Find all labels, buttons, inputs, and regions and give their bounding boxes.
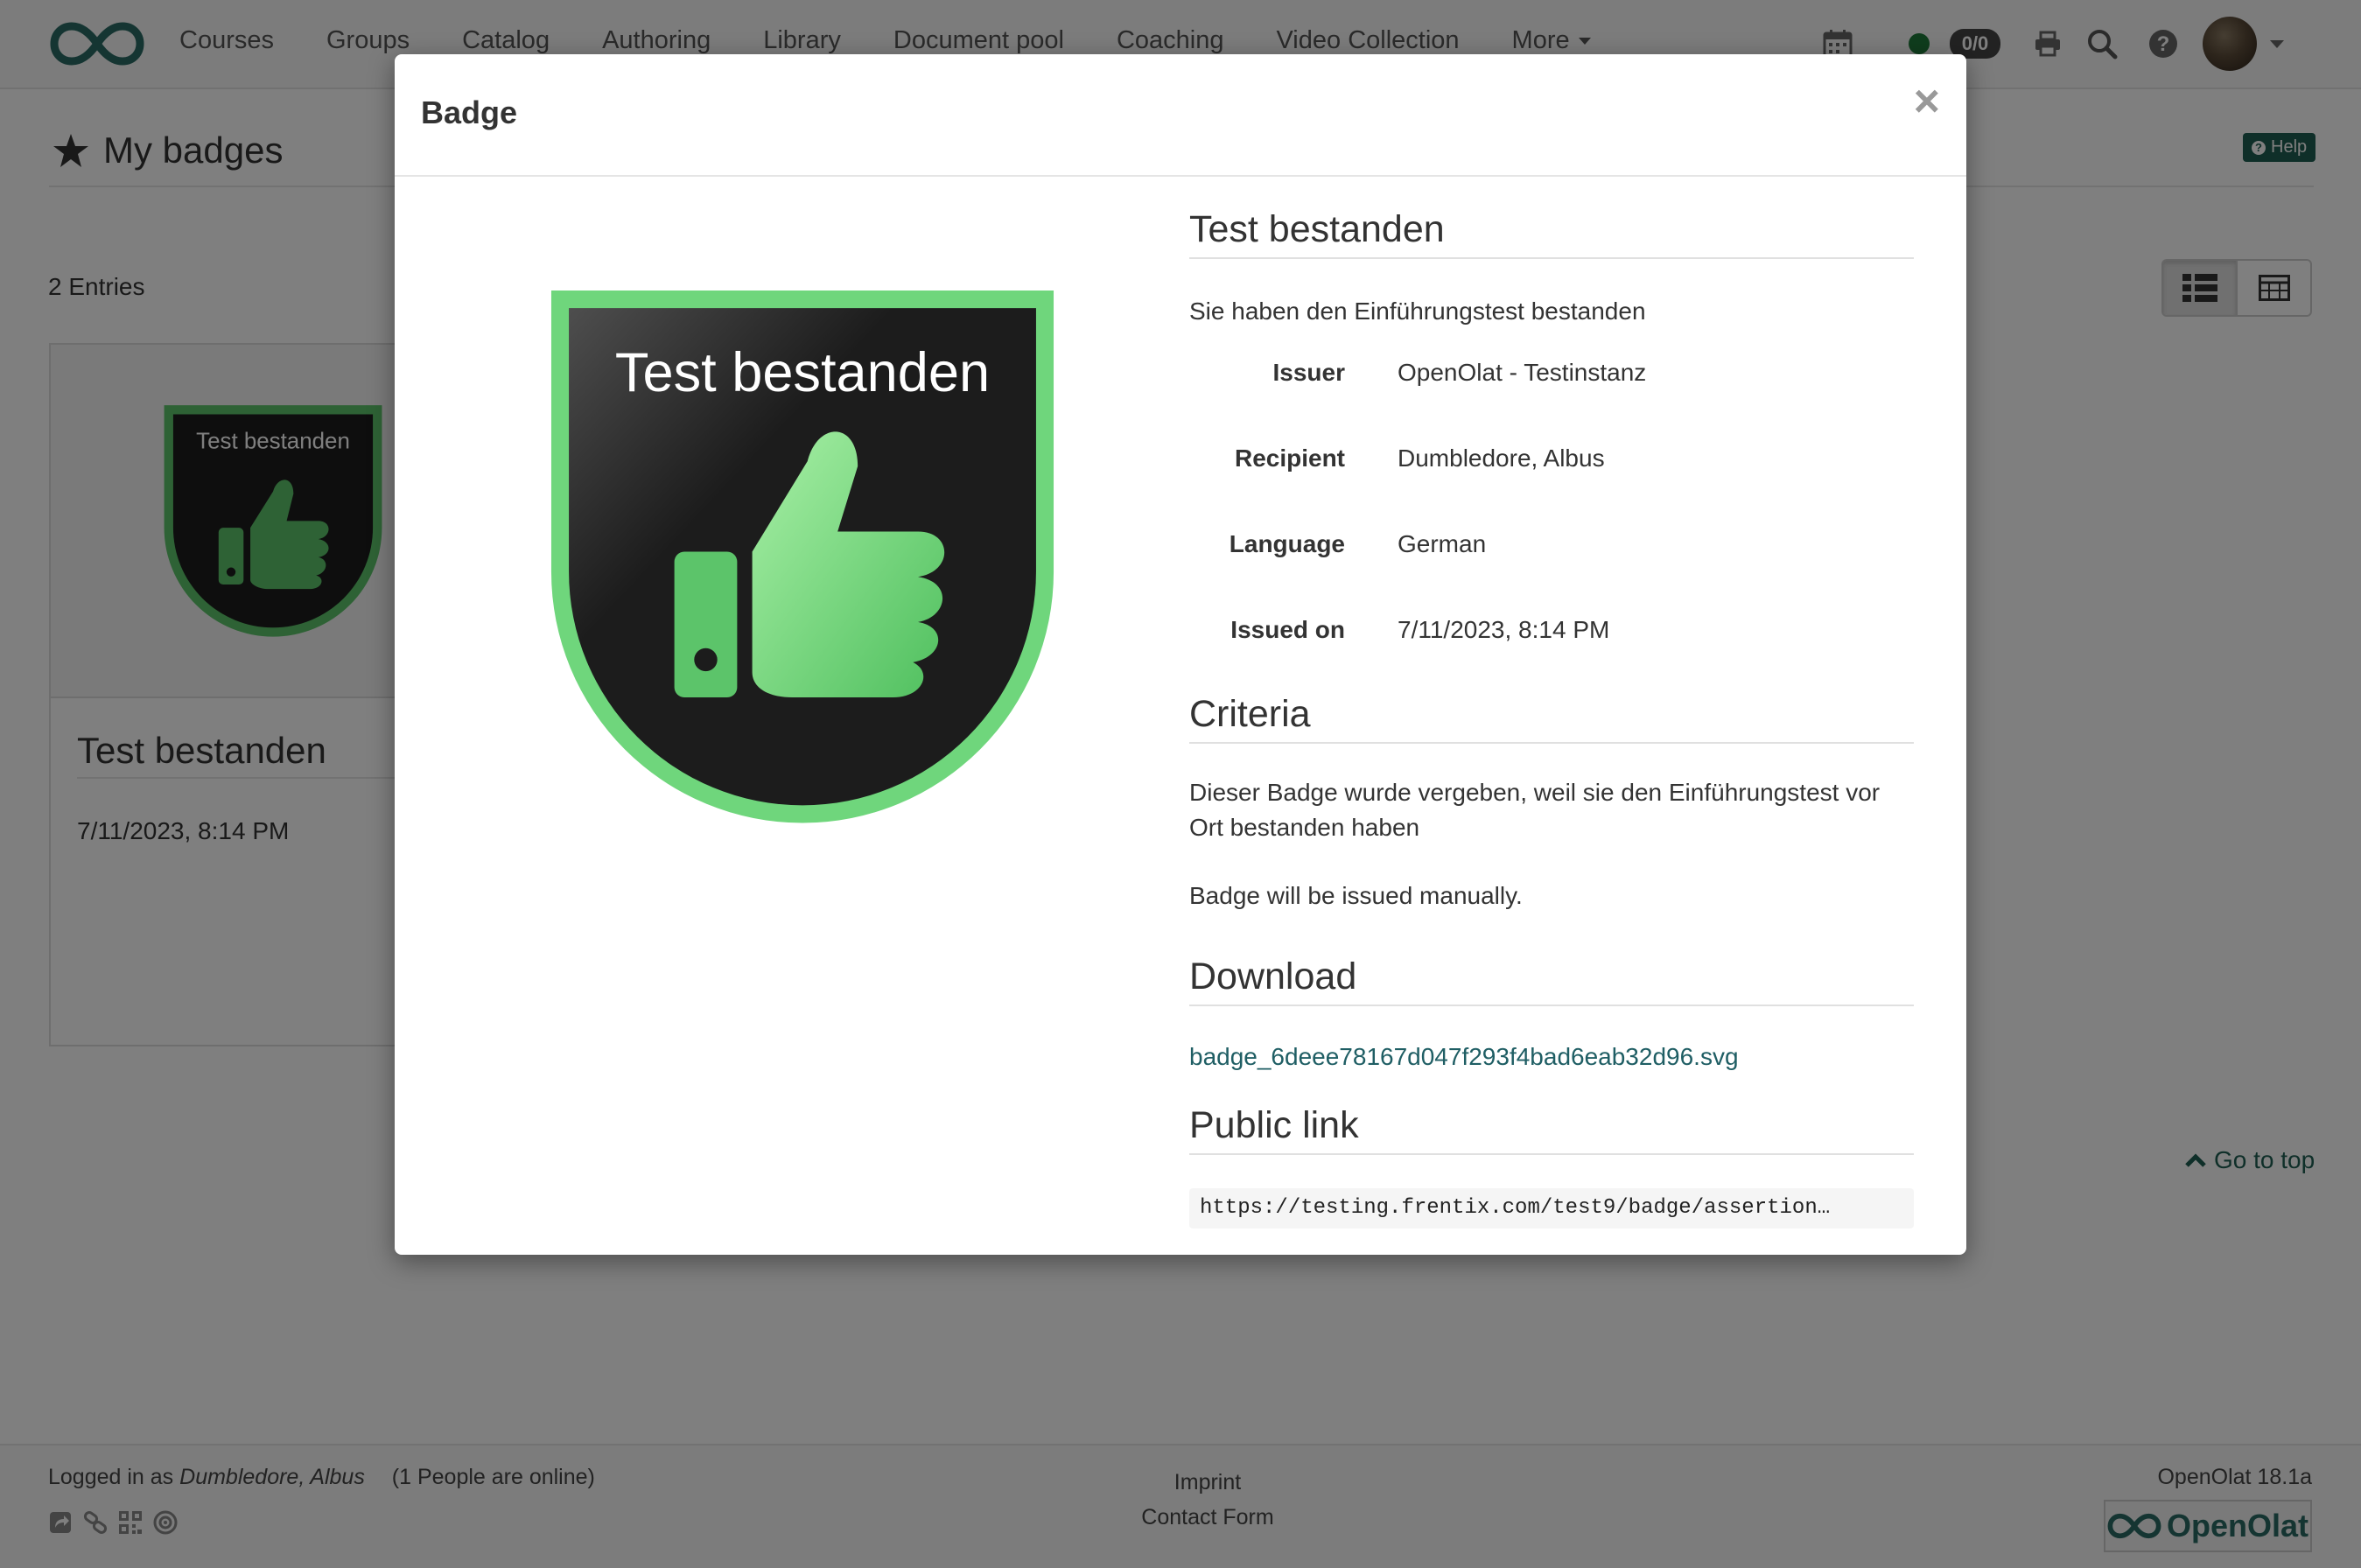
badge-large-text: Test bestanden — [615, 342, 990, 403]
issued-on-value: 7/11/2023, 8:14 PM — [1398, 616, 1610, 643]
download-heading: Download — [1189, 956, 1357, 998]
section-divider — [1189, 742, 1914, 744]
dialog-header: Badge × — [395, 54, 1966, 177]
language-value: German — [1398, 530, 1487, 557]
dialog-title: Badge — [421, 94, 518, 130]
language-label: Language — [1229, 530, 1345, 557]
recipient-value: Dumbledore, Albus — [1398, 444, 1605, 472]
criteria-text: Dieser Badge wurde vergeben, weil sie de… — [1189, 779, 1881, 841]
close-icon: × — [1913, 76, 1940, 127]
issuer-label: Issuer — [1272, 359, 1346, 386]
issued-on-label: Issued on — [1230, 616, 1345, 643]
close-button[interactable]: × — [1914, 79, 1940, 124]
criteria-note: Badge will be issued manually. — [1189, 882, 1523, 909]
thumbs-up-badge-large-icon: Test bestanden — [550, 290, 1054, 823]
public-link-field[interactable]: https://testing.frentix.com/test9/badge/… — [1189, 1188, 1914, 1228]
section-divider — [1189, 1153, 1914, 1155]
criteria-heading: Criteria — [1189, 693, 1311, 735]
section-divider — [1189, 1004, 1914, 1006]
recipient-label: Recipient — [1234, 444, 1345, 472]
section-divider — [1189, 257, 1914, 259]
badge-description: Sie haben den Einführungstest bestanden — [1189, 298, 1646, 325]
issuer-value: OpenOlat - Testinstanz — [1398, 359, 1647, 386]
download-file-link[interactable]: badge_6deee78167d047f293f4bad6eab32d96.s… — [1189, 1043, 1739, 1071]
badge-name-heading: Test bestanden — [1189, 208, 1445, 250]
public-link-heading: Public link — [1189, 1104, 1359, 1146]
badge-dialog: Badge × Test bestanden Test bestanden Si… — [395, 54, 1966, 1255]
